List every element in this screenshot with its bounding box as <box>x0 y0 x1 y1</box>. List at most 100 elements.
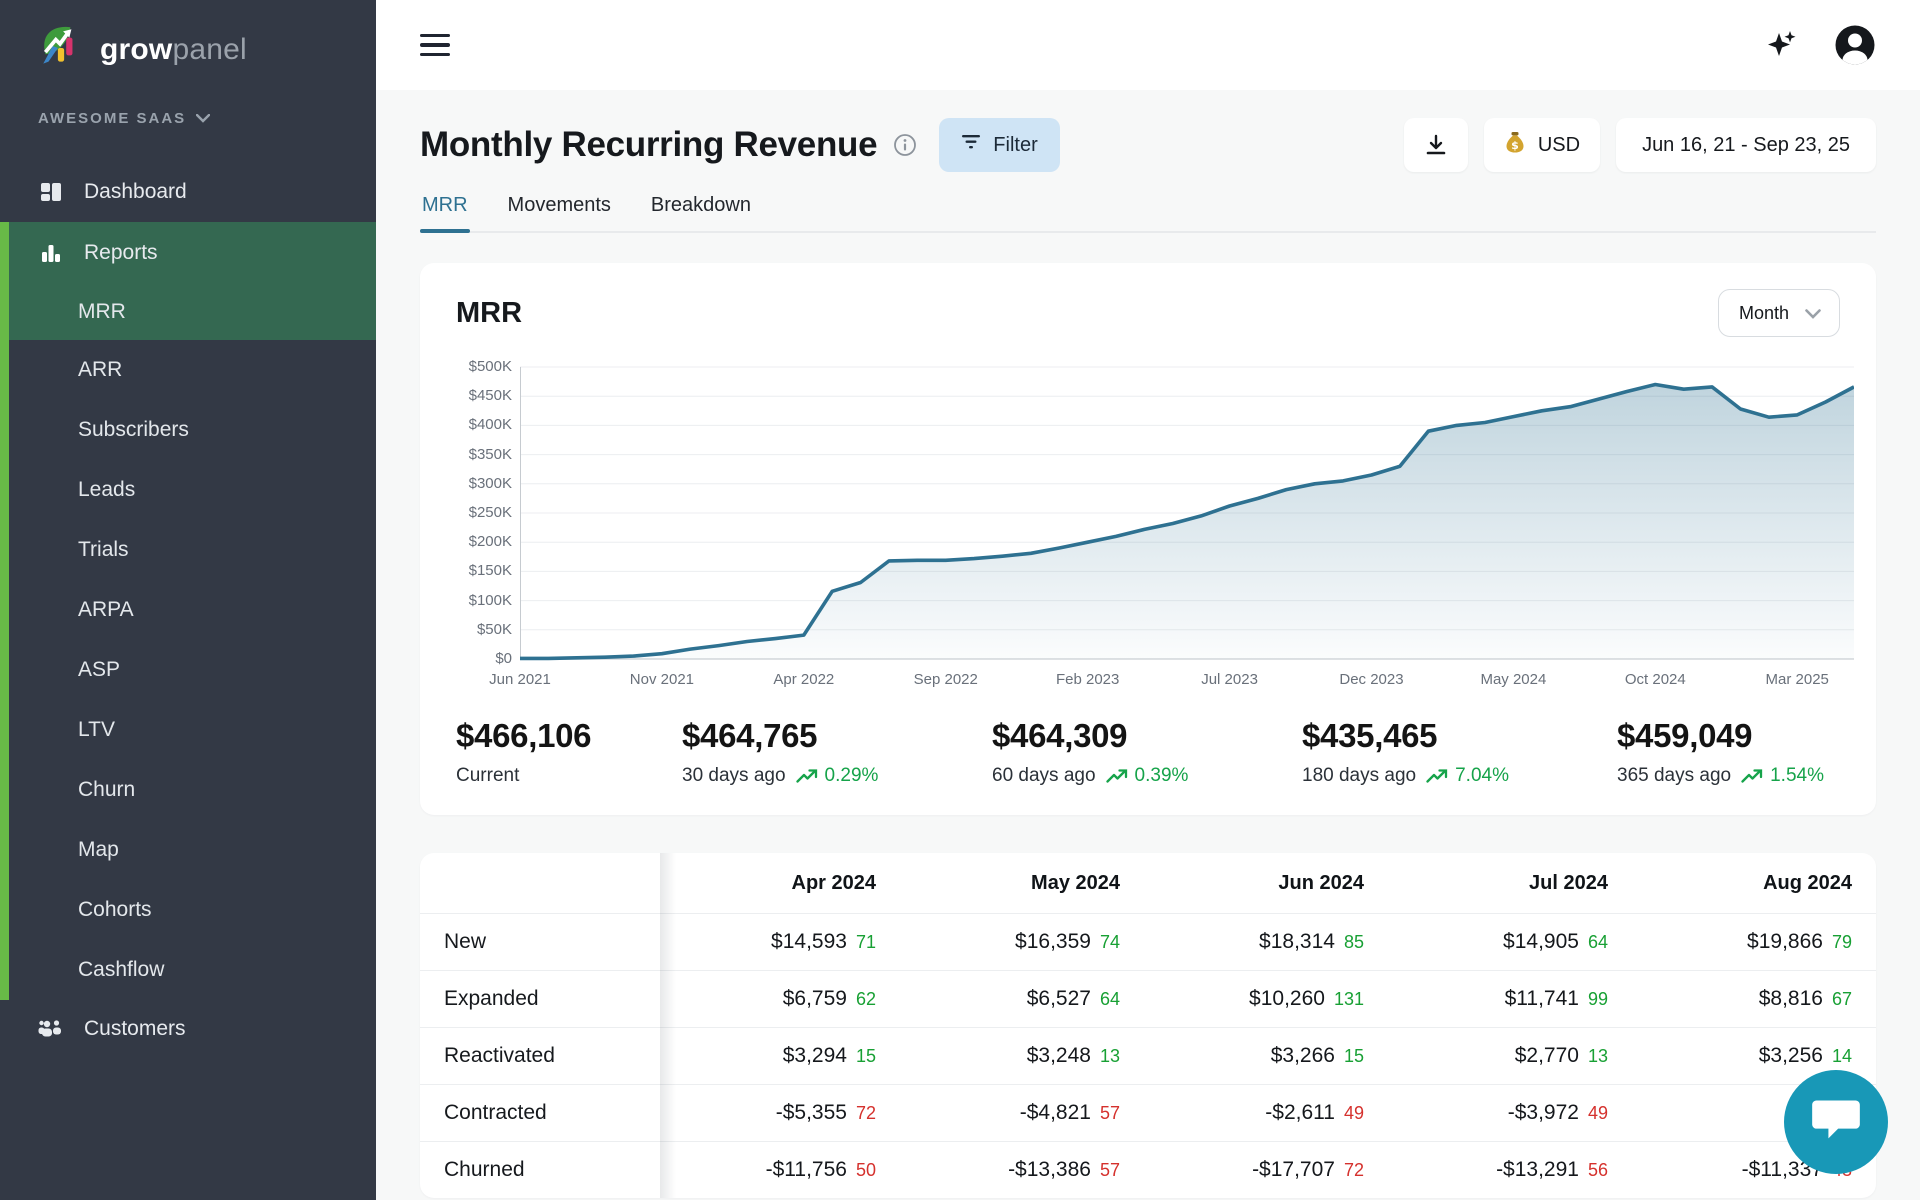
tab-breakdown[interactable]: Breakdown <box>649 184 753 231</box>
x-axis-tick: Apr 2022 <box>773 671 834 688</box>
report-tabs: MRR Movements Breakdown <box>420 184 1876 233</box>
x-axis-tick: Oct 2024 <box>1625 671 1686 688</box>
sidebar-item-reports[interactable]: Reports <box>0 222 376 284</box>
sidebar-subitem-trials[interactable]: Trials <box>0 520 376 580</box>
cell-count: 13 <box>1588 1046 1608 1066</box>
date-range-button[interactable]: Jun 16, 21 - Sep 23, 25 <box>1616 118 1876 172</box>
cell-count: 13 <box>1100 1046 1120 1066</box>
table-cell: $14,59371 <box>660 930 904 954</box>
y-axis-tick: $450K <box>456 387 512 404</box>
sidebar-subitem-mrr[interactable]: MRR <box>0 284 376 340</box>
x-axis-tick: Dec 2023 <box>1339 671 1403 688</box>
cell-value: -$17,707 <box>1252 1158 1335 1181</box>
cell-value: $14,905 <box>1503 930 1579 953</box>
cell-count: 131 <box>1334 989 1364 1009</box>
row-label: Expanded <box>420 987 660 1011</box>
mrr-stat: $435,465180 days ago7.04% <box>1302 717 1617 787</box>
table-cell: $18,31485 <box>1148 930 1392 954</box>
stat-label-row: 30 days ago 0.29% <box>682 765 992 787</box>
sidebar-subitem-ltv[interactable]: LTV <box>0 700 376 760</box>
cell-count: 56 <box>1588 1160 1608 1180</box>
table-row: Expanded$6,75962$6,52764$10,260131$11,74… <box>420 970 1876 1027</box>
stat-change-value: 0.29% <box>825 765 879 787</box>
reports-icon <box>38 241 64 265</box>
stat-value: $466,106 <box>456 717 682 755</box>
table-cell: -$4,821 57 <box>904 1101 1148 1125</box>
stat-change: 0.29% <box>796 765 879 787</box>
cell-value: $18,314 <box>1259 930 1335 953</box>
sidebar-subitem-arpa[interactable]: ARPA <box>0 580 376 640</box>
brand-logo[interactable]: growpanel <box>36 22 247 77</box>
table-cell: $3,29415 <box>660 1044 904 1068</box>
stat-change-value: 0.39% <box>1135 765 1189 787</box>
x-axis-tick: Feb 2023 <box>1056 671 1119 688</box>
sidebar-subitem-label: Trials <box>78 538 129 562</box>
stat-value: $435,465 <box>1302 717 1617 755</box>
info-icon[interactable] <box>893 133 917 157</box>
cell-value: $3,266 <box>1271 1044 1335 1067</box>
sidebar-subitem-churn[interactable]: Churn <box>0 760 376 820</box>
cell-count: 49 <box>1344 1103 1364 1123</box>
table-row: Contracted-$5,35572-$4,82157-$2,61149-$3… <box>420 1084 1876 1141</box>
filter-icon <box>961 133 981 157</box>
filter-button[interactable]: Filter <box>939 118 1059 172</box>
sidebar-subitem-map[interactable]: Map <box>0 820 376 880</box>
sidebar-subitem-arr[interactable]: ARR <box>0 340 376 400</box>
table-cell: $19,86679 <box>1636 930 1876 954</box>
table-column-header: May 2024 <box>904 872 1148 895</box>
cell-value: -$4,821 <box>1020 1101 1091 1124</box>
cell-count: 99 <box>1588 989 1608 1009</box>
date-range-label: Jun 16, 21 - Sep 23, 25 <box>1642 134 1850 157</box>
currency-label: USD <box>1538 134 1580 157</box>
currency-button[interactable]: $ USD <box>1484 118 1600 172</box>
interval-select[interactable]: Month <box>1718 289 1840 337</box>
stat-label: 60 days ago <box>992 765 1096 787</box>
table-cell: $3,25614 <box>1636 1044 1876 1068</box>
user-avatar-icon[interactable] <box>1834 24 1876 66</box>
y-axis-tick: $100K <box>456 592 512 609</box>
ai-sparkle-icon[interactable] <box>1764 27 1800 63</box>
y-axis-tick: $300K <box>456 475 512 492</box>
cell-count: 64 <box>1100 989 1120 1009</box>
cell-value: $19,866 <box>1747 930 1823 953</box>
sidebar-subitem-asp[interactable]: ASP <box>0 640 376 700</box>
tab-mrr[interactable]: MRR <box>420 184 470 231</box>
sidebar-item-customers[interactable]: Customers <box>0 1000 376 1058</box>
sidebar-subitem-cashflow[interactable]: Cashflow <box>0 940 376 1000</box>
table-column-header: Jun 2024 <box>1148 872 1392 895</box>
brand-name: growpanel <box>100 33 247 67</box>
stat-label-row: 60 days ago 0.39% <box>992 765 1302 787</box>
table-cell: -$5,35572 <box>660 1101 904 1125</box>
cell-count: 57 <box>1100 1160 1120 1180</box>
sidebar-subitem-cohorts[interactable]: Cohorts <box>0 880 376 940</box>
table-cell: $2,77013 <box>1392 1044 1636 1068</box>
sidebar-subitem-leads[interactable]: Leads <box>0 460 376 520</box>
stat-value: $464,765 <box>682 717 992 755</box>
cell-count: 15 <box>856 1046 876 1066</box>
workspace-name: AWESOME SAAS <box>38 110 186 127</box>
svg-text:$: $ <box>1511 139 1519 152</box>
workspace-switcher[interactable]: AWESOME SAAS <box>38 110 210 127</box>
sidebar-item-label: Reports <box>84 241 158 265</box>
sidebar-subitem-label: Leads <box>78 478 135 502</box>
x-axis-tick: May 2024 <box>1480 671 1546 688</box>
cell-value: $8,816 <box>1759 987 1823 1010</box>
hamburger-menu-icon[interactable] <box>420 34 450 56</box>
cell-value: $16,359 <box>1015 930 1091 953</box>
sidebar-subitem-label: Cashflow <box>78 958 164 982</box>
stat-label: 30 days ago <box>682 765 786 787</box>
sidebar-subitem-subscribers[interactable]: Subscribers <box>0 400 376 460</box>
chevron-down-icon <box>1805 303 1821 324</box>
sidebar-item-dashboard[interactable]: Dashboard <box>0 162 376 222</box>
tab-movements[interactable]: Movements <box>506 184 613 231</box>
stat-value: $464,309 <box>992 717 1302 755</box>
cell-count: 57 <box>1100 1103 1120 1123</box>
stat-label: 180 days ago <box>1302 765 1416 787</box>
table-row: New$14,59371$16,35974$18,31485$14,90564$… <box>420 913 1876 970</box>
cell-value: -$13,291 <box>1496 1158 1579 1181</box>
chat-launcher-button[interactable] <box>1784 1070 1888 1174</box>
customers-icon <box>38 1017 64 1041</box>
y-axis-tick: $0 <box>456 650 512 667</box>
download-button[interactable] <box>1404 118 1468 172</box>
stat-label-row: Current <box>456 765 682 787</box>
